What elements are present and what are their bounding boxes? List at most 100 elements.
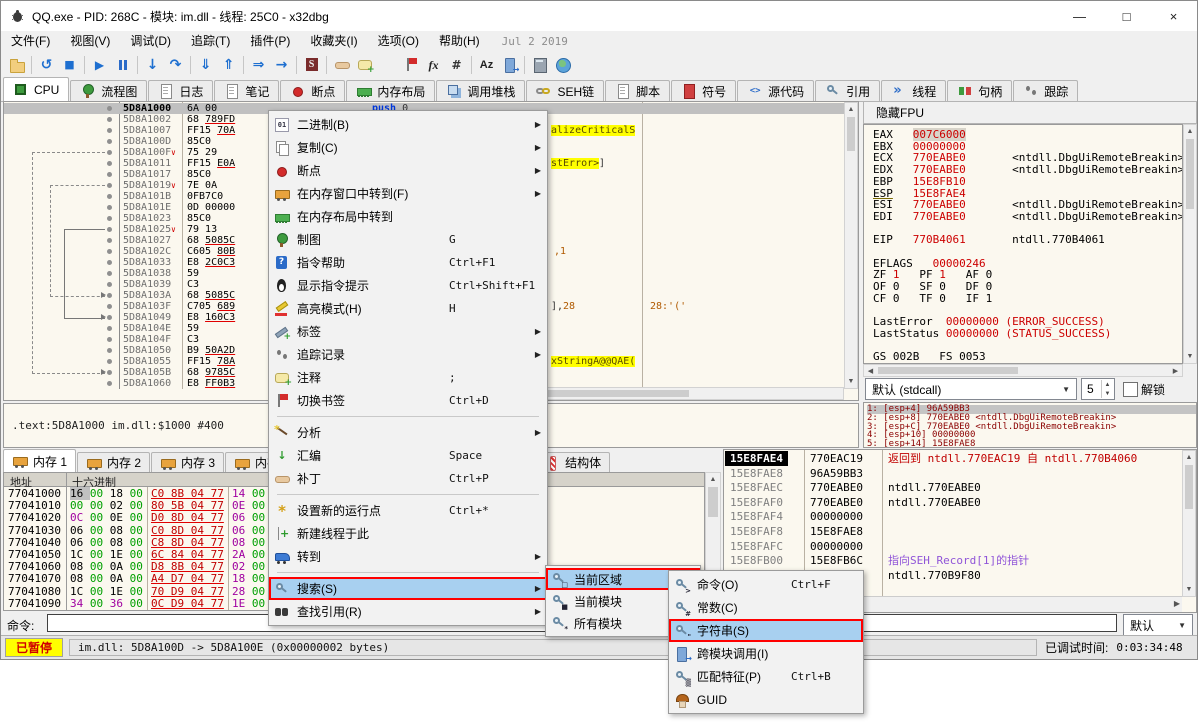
scroll-up-arrow[interactable]: ▲ (706, 473, 720, 486)
menu-item-intermodular-calls[interactable]: 跨模块调用(I) (669, 642, 863, 665)
execute-till-return-button[interactable]: ⇓ (194, 54, 217, 76)
dump-tab-dump-2[interactable]: 内存 2 (77, 452, 150, 472)
run-button[interactable]: ▶ (88, 54, 111, 76)
step-out-button[interactable]: ⇑ (217, 54, 240, 76)
open-file-button[interactable] (5, 54, 28, 76)
scroll-right-arrow[interactable]: ▶ (1174, 599, 1180, 608)
breakpoint-dot[interactable] (107, 194, 112, 199)
disasm-vscrollbar[interactable]: ▲ ▼ (844, 102, 858, 389)
comments-button[interactable] (353, 54, 376, 76)
menu-item-highlighting-mode[interactable]: 高亮模式(H)H (269, 297, 547, 320)
close-button[interactable]: × (1150, 1, 1197, 31)
tab-cpu[interactable]: CPU (3, 77, 69, 101)
menu-item-constant[interactable]: #常数(C) (669, 596, 863, 619)
stack-row[interactable]: 15E8FAE4770EAC19返回到 ntdll.770EAC19 自 ntd… (724, 451, 1182, 466)
minimize-button[interactable]: — (1056, 1, 1103, 31)
menu-item-pattern[interactable]: ▒匹配特征(P)Ctrl+B (669, 665, 863, 688)
menubar-item-help[interactable]: 帮助(H) (429, 31, 490, 52)
tab-handles[interactable]: 句柄 (947, 80, 1012, 101)
menu-item-command[interactable]: >命令(O)Ctrl+F (669, 573, 863, 596)
breakpoint-dot[interactable] (107, 348, 112, 353)
menu-item-toggle-bookmark[interactable]: 切换书签Ctrl+D (269, 389, 547, 412)
menu-item-label[interactable]: 标签▶ (269, 320, 547, 343)
patch-button[interactable] (330, 54, 353, 76)
call-argument-row[interactable]: 5: [esp+14] 15E8FAE8 (867, 440, 1196, 448)
scroll-thumb[interactable] (708, 487, 718, 517)
scroll-right-arrow[interactable]: ▶ (1169, 365, 1182, 376)
menu-item-follow-in-memory-map[interactable]: 在内存布局中转到 (269, 205, 547, 228)
pause-button[interactable] (111, 54, 134, 76)
menu-item-search[interactable]: 搜索(S)▶ (269, 577, 547, 600)
tab-threads[interactable]: 线程 (881, 80, 946, 101)
stack-row[interactable]: 15E8FAEC770EABE0ntdll.770EABE0 (724, 480, 1182, 495)
run-trace-button[interactable]: → (270, 54, 293, 76)
calculator-button[interactable] (528, 54, 551, 76)
menu-item-breakpoint[interactable]: 断点▶ (269, 159, 547, 182)
tab-source[interactable]: 源代码 (737, 80, 814, 101)
breakpoint-dot[interactable] (107, 161, 112, 166)
menu-item-guid[interactable]: GUID (669, 688, 863, 711)
menubar-item-debug[interactable]: 调试(D) (120, 31, 181, 52)
scroll-up-arrow[interactable]: ▲ (1184, 125, 1196, 138)
menu-item-analysis[interactable]: 分析▶ (269, 421, 547, 444)
breakpoint-dot[interactable] (107, 117, 112, 122)
tab-log[interactable]: 日志 (148, 80, 213, 101)
menu-item-follow-in-dump[interactable]: 在内存窗口中转到(F)▶ (269, 182, 547, 205)
scroll-down-arrow[interactable]: ▼ (1184, 350, 1196, 363)
breakpoint-dot[interactable] (107, 315, 112, 320)
menu-item-set-new-origin[interactable]: 设置新的运行点Ctrl+* (269, 499, 547, 522)
tab-symbols[interactable]: 符号 (671, 80, 736, 101)
scroll-thumb[interactable] (878, 367, 1018, 374)
breakpoint-dot[interactable] (107, 271, 112, 276)
spinner-arrows[interactable]: ▲▼ (1101, 380, 1113, 398)
scroll-down-arrow[interactable]: ▼ (1183, 583, 1195, 596)
scroll-up-arrow[interactable]: ▲ (845, 103, 857, 116)
menu-item-comment[interactable]: 注释; (269, 366, 547, 389)
tab-references[interactable]: 引用 (815, 80, 880, 101)
breakpoint-dot[interactable] (107, 183, 112, 188)
calling-convention-select[interactable]: 默认 (stdcall) ▼ (865, 378, 1077, 400)
menu-item-instruction-help[interactable]: 指令帮助Ctrl+F1 (269, 251, 547, 274)
hide-fpu-bar[interactable]: 隐藏FPU (863, 101, 1197, 124)
menu-item-show-mnemonic-brief[interactable]: 显示指令提示Ctrl+Shift+F1 (269, 274, 547, 297)
tab-memory-map[interactable]: 内存布局 (346, 80, 435, 101)
script-s-button[interactable] (300, 54, 323, 76)
labels-button[interactable] (376, 54, 399, 76)
registers-view[interactable]: EAX 007C6000EBX 00000000ECX 770EABE0 <nt… (863, 124, 1183, 364)
breakpoint-dot[interactable] (107, 238, 112, 243)
step-into-button[interactable]: ↓ (141, 54, 164, 76)
tab-call-stack[interactable]: 调用堆栈 (436, 80, 525, 101)
maximize-button[interactable]: □ (1103, 1, 1150, 31)
restart-button[interactable]: ↺ (35, 54, 58, 76)
breakpoint-dot[interactable] (107, 337, 112, 342)
step-over-button[interactable]: ↷ (164, 54, 187, 76)
register-row[interactable]: LastStatus 00000000 (STATUS_SUCCESS) (873, 328, 1111, 340)
font-case-button[interactable]: Az (475, 54, 498, 76)
menu-item-goto[interactable]: 转到▶ (269, 545, 547, 568)
register-row[interactable]: GS 002B FS 0053 (873, 351, 986, 363)
breakpoint-dot[interactable] (107, 260, 112, 265)
stack-vscrollbar[interactable]: ▲ ▼ (1182, 450, 1196, 597)
unlock-checkbox[interactable] (1123, 382, 1138, 397)
registers-hscrollbar[interactable]: ◀ ▶ (863, 364, 1183, 377)
scroll-thumb[interactable] (847, 117, 855, 151)
stack-row[interactable]: 15E8FAF400000000 (724, 509, 1182, 524)
breakpoint-dot[interactable] (107, 139, 112, 144)
menu-item-copy[interactable]: 复制(C)▶ (269, 136, 547, 159)
tab-notes[interactable]: 笔记 (214, 80, 279, 101)
menubar-item-file[interactable]: 文件(F) (1, 31, 60, 52)
tab-graph[interactable]: 流程图 (70, 80, 147, 101)
tab-seh[interactable]: SEH链 (526, 80, 604, 101)
breakpoint-dot[interactable] (107, 249, 112, 254)
breakpoint-dot[interactable] (107, 172, 112, 177)
breakpoint-dot[interactable] (107, 106, 112, 111)
menu-item-find-references[interactable]: 查找引用(R)▶ (269, 600, 547, 623)
breakpoint-dot[interactable] (107, 128, 112, 133)
command-combo[interactable]: 默认 ▼ (1123, 614, 1193, 636)
hide-fpu-label[interactable]: 隐藏FPU (876, 104, 924, 121)
menu-item-binary[interactable]: 二进制(B)▶ (269, 113, 547, 136)
breakpoint-dot[interactable] (107, 282, 112, 287)
breakpoint-dot[interactable] (107, 326, 112, 331)
argument-depth-spinner[interactable]: 5 ▲▼ (1081, 378, 1115, 400)
scroll-left-arrow[interactable]: ◀ (864, 365, 877, 376)
